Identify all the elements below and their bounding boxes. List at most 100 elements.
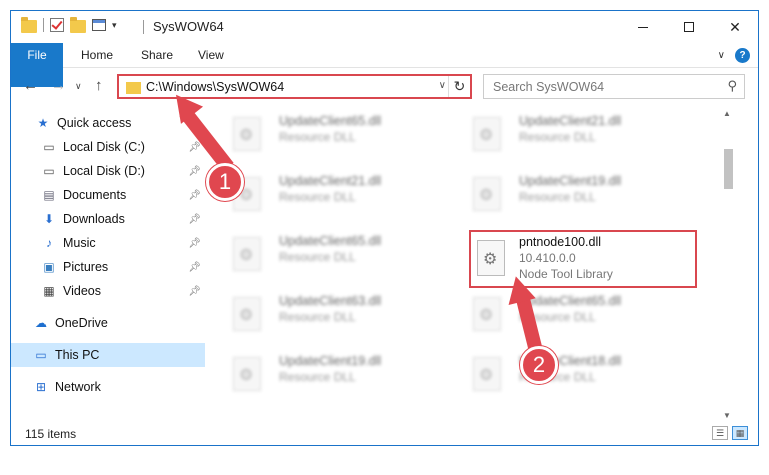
back-arrow-icon[interactable]: ← — [23, 77, 38, 94]
file-item[interactable]: UpdateClient19.dll Resource DLL — [445, 171, 675, 215]
sidebar-item-this-pc[interactable]: ▭ This PC — [11, 343, 205, 367]
callout-badge-2: 2 — [520, 346, 558, 384]
file-item[interactable]: UpdateClient65.dll Resource DLL — [205, 111, 435, 155]
title-bar: ▾ SysWOW64 ✕ — [11, 11, 758, 43]
help-icon[interactable]: ? — [735, 48, 750, 63]
file-item[interactable]: UpdateClient21.dll Resource DLL — [445, 111, 675, 155]
sidebar-item-label: Pictures — [63, 260, 109, 274]
file-name: UpdateClient19.dll — [519, 174, 622, 188]
sidebar-item-pictures[interactable]: ▣ Pictures 📌︎ — [41, 255, 205, 279]
file-item[interactable]: UpdateClient19.dll Resource DLL — [205, 351, 435, 395]
pin-icon[interactable]: 📌︎ — [188, 286, 201, 297]
up-arrow-icon[interactable]: ↑ — [95, 77, 103, 94]
dll-file-icon — [473, 297, 501, 331]
pictures-icon: ▣ — [43, 260, 55, 274]
minimize-button[interactable] — [620, 11, 666, 43]
forward-arrow-icon[interactable]: → — [51, 77, 66, 94]
dll-file-icon — [233, 117, 261, 151]
sidebar-item-label: Downloads — [63, 212, 125, 226]
file-name: UpdateClient19.dll — [279, 354, 382, 368]
pin-icon[interactable]: 📌︎ — [188, 142, 201, 153]
sidebar-item-onedrive[interactable]: ☁ OneDrive — [33, 311, 205, 335]
properties-check-icon[interactable] — [50, 18, 64, 32]
minimize-icon — [638, 26, 648, 28]
pin-icon[interactable]: 📌︎ — [188, 166, 201, 177]
refresh-icon[interactable]: ↻ — [448, 76, 470, 97]
video-icon: ▦ — [43, 284, 55, 298]
sidebar-item-local-disk-d[interactable]: ▭ Local Disk (D:) 📌︎ — [41, 159, 205, 183]
search-icon: ⚲ — [727, 78, 737, 93]
window-title: SysWOW64 — [153, 19, 224, 34]
network-icon: ⊞ — [35, 380, 47, 394]
file-item[interactable]: UpdateClient18.dll Resource DLL — [445, 351, 675, 395]
search-placeholder: Search SysWOW64 — [493, 80, 605, 94]
pin-icon[interactable]: 📌︎ — [188, 262, 201, 273]
quick-access-toolbar: ▾ — [21, 16, 117, 33]
callout-badge-1: 1 — [206, 163, 244, 201]
close-icon: ✕ — [729, 18, 741, 35]
scroll-down-icon[interactable]: ▼ — [723, 411, 731, 420]
sidebar-item-downloads[interactable]: ⬇ Downloads 📌︎ — [41, 207, 205, 231]
file-item[interactable]: UpdateClient65.dll Resource DLL — [445, 291, 675, 335]
dll-file-icon — [477, 240, 505, 276]
ribbon: File Home Share View ∨ ? — [11, 43, 758, 87]
file-description: Node Tool Library — [519, 267, 613, 281]
toolbar-divider — [43, 18, 44, 32]
address-bar[interactable]: C:\Windows\SysWOW64 ∨ ↻ — [117, 74, 472, 99]
details-view-icon[interactable]: ☰ — [712, 426, 728, 440]
file-description: Resource DLL — [519, 130, 596, 144]
file-item[interactable]: UpdateClient65.dll Resource DLL — [205, 231, 435, 275]
file-description: Resource DLL — [519, 190, 596, 204]
dll-file-icon — [233, 237, 261, 271]
maximize-button[interactable] — [666, 11, 712, 43]
properties-icon[interactable] — [92, 19, 106, 31]
ribbon-right-controls: ∨ ? — [718, 48, 750, 63]
explorer-window: ▾ SysWOW64 ✕ File Home Share View ∨ ? ← … — [10, 10, 759, 446]
file-description: Resource DLL — [279, 310, 356, 324]
close-button[interactable]: ✕ — [712, 11, 758, 43]
drive-icon: ▭ — [43, 140, 55, 154]
dll-file-icon — [233, 297, 261, 331]
cloud-icon: ☁ — [35, 316, 47, 330]
navigation-bar: ← → ∨ ↑ C:\Windows\SysWOW64 ∨ ↻ Search S… — [11, 69, 758, 103]
sidebar-item-network[interactable]: ⊞ Network — [33, 375, 205, 399]
file-item[interactable]: UpdateClient63.dll Resource DLL — [205, 291, 435, 335]
expand-ribbon-icon[interactable]: ∨ — [718, 50, 725, 61]
recent-locations-icon[interactable]: ∨ — [75, 81, 82, 92]
sidebar-item-label: Local Disk (C:) — [63, 140, 145, 154]
pin-icon[interactable]: 📌︎ — [188, 238, 201, 249]
address-dropdown-icon[interactable]: ∨ — [439, 80, 446, 91]
scroll-up-icon[interactable]: ▲ — [723, 109, 731, 118]
large-icons-view-icon[interactable]: ▦ — [732, 426, 748, 440]
tab-view[interactable]: View — [198, 43, 224, 68]
file-description: Resource DLL — [279, 250, 356, 264]
dll-file-icon — [473, 177, 501, 211]
document-icon: ▤ — [43, 188, 55, 202]
tab-home[interactable]: Home — [81, 43, 113, 68]
scrollbar-thumb[interactable] — [724, 149, 733, 189]
sidebar-item-videos[interactable]: ▦ Videos 📌︎ — [41, 279, 205, 303]
computer-icon: ▭ — [35, 348, 47, 362]
sidebar-item-label: This PC — [55, 348, 100, 362]
address-path[interactable]: C:\Windows\SysWOW64 — [146, 80, 284, 94]
vertical-scrollbar[interactable]: ▲ ▼ — [721, 107, 736, 425]
file-name: pntnode100.dll — [519, 235, 602, 249]
pin-icon[interactable]: 📌︎ — [188, 190, 201, 201]
sidebar-item-label: Quick access — [57, 116, 132, 130]
dll-file-icon — [233, 357, 261, 391]
new-folder-icon[interactable] — [70, 16, 86, 33]
pin-icon[interactable]: 📌︎ — [188, 214, 201, 225]
item-count: 115 items — [25, 427, 77, 441]
sidebar-item-local-disk-c[interactable]: ▭ Local Disk (C:) 📌︎ — [41, 135, 205, 159]
sidebar-item-documents[interactable]: ▤ Documents 📌︎ — [41, 183, 205, 207]
sidebar-item-music[interactable]: ♪ Music 📌︎ — [41, 231, 205, 255]
tab-share[interactable]: Share — [141, 43, 173, 68]
sidebar-item-label: Documents — [63, 188, 127, 202]
file-description: Resource DLL — [279, 130, 356, 144]
file-name: UpdateClient21.dll — [519, 114, 622, 128]
dll-file-icon — [473, 357, 501, 391]
customize-toolbar-icon[interactable]: ▾ — [112, 20, 117, 31]
search-input[interactable]: Search SysWOW64 ⚲ — [483, 74, 745, 99]
view-switcher: ☰ ▦ — [712, 426, 748, 440]
navigation-pane: ★ Quick access ▭ Local Disk (C:) 📌︎ ▭ Lo… — [11, 107, 205, 407]
